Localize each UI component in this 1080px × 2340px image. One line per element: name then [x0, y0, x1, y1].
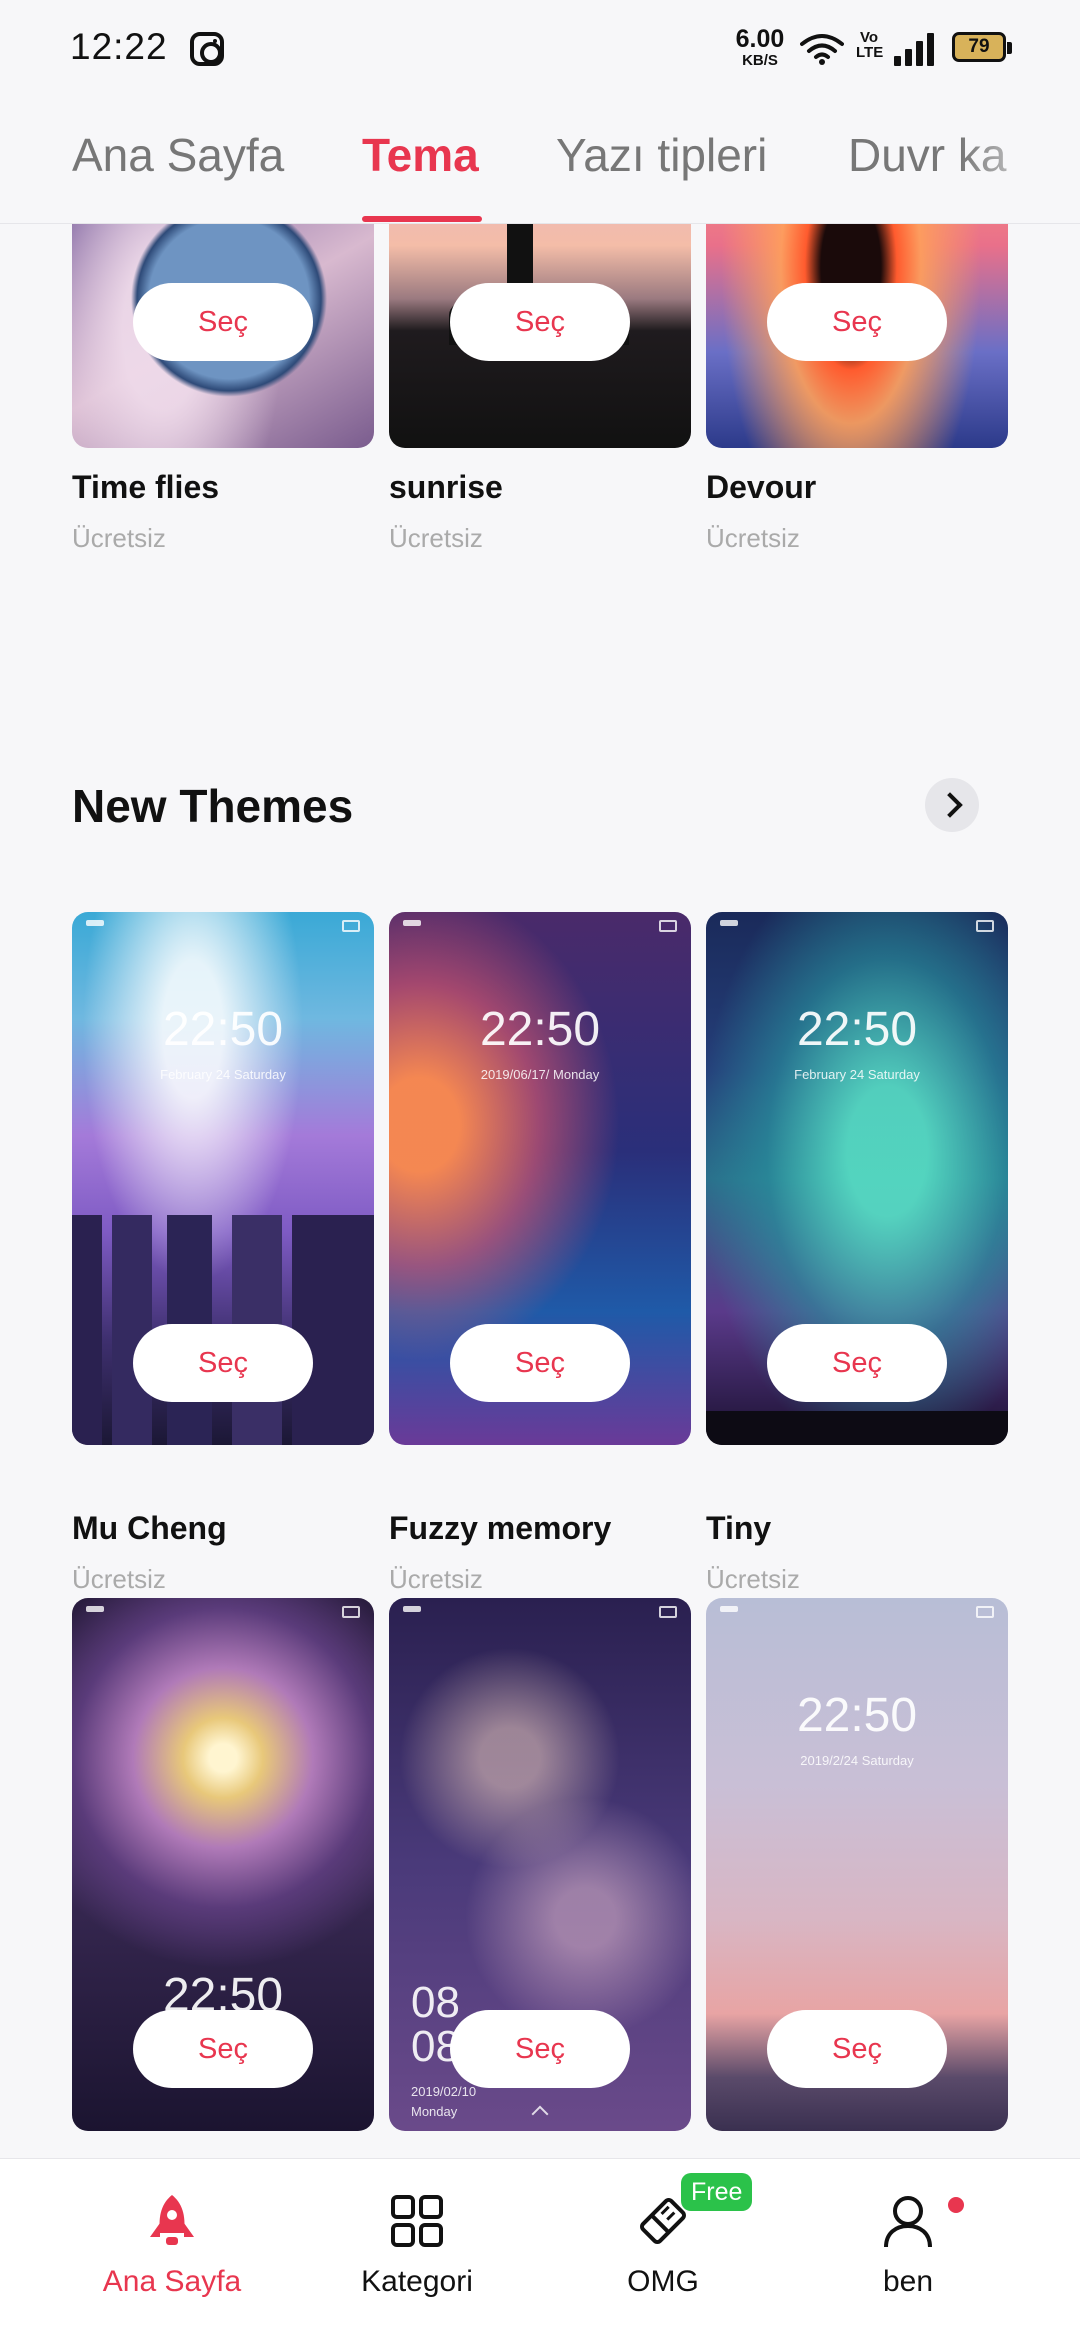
theme-price: Ücretsiz	[389, 1564, 483, 1594]
tab-tema[interactable]: Tema	[362, 128, 479, 182]
preview-clock: 22:50	[796, 1689, 918, 1742]
theme-price: Ücretsiz	[706, 523, 800, 553]
mock-status-bar	[720, 920, 994, 932]
preview-date: 2019/02/10	[411, 2084, 477, 2099]
wifi-icon	[800, 34, 844, 65]
preview-clock: 22:50	[479, 1003, 601, 1056]
theme-price: Ücretsiz	[389, 523, 483, 553]
preview-date: February 24 Saturday	[794, 1067, 920, 1082]
mock-status-bar	[86, 920, 360, 932]
signal-icon	[894, 32, 936, 66]
top-tabs: Ana Sayfa Tema Yazı tipleri Duvr ka	[0, 96, 1080, 224]
tab-yazi-tipleri[interactable]: Yazı tipleri	[556, 128, 767, 182]
preview-date: 2019/06/17/ Monday	[480, 1067, 600, 1082]
preview-date: February 24 Saturday	[160, 1067, 286, 1082]
theme-list[interactable]: Seç Time flies Ücretsiz Seç sunrise Ücre…	[0, 224, 1080, 2158]
select-button[interactable]: Seç	[767, 1324, 947, 1402]
select-button[interactable]: Seç	[450, 283, 630, 361]
theme-title: Mu Cheng	[72, 1510, 227, 1546]
nav-kategori[interactable]: Kategori	[317, 2159, 517, 2340]
select-button[interactable]: Seç	[133, 2010, 313, 2088]
theme-title: Fuzzy memory	[389, 1510, 612, 1546]
tabs-fade	[960, 96, 1080, 223]
chevron-right-icon[interactable]	[925, 778, 979, 832]
network-speed-unit: KB/S	[742, 52, 778, 69]
preview-clock: 22:50	[162, 1003, 284, 1056]
status-time: 12:22	[70, 26, 168, 67]
user-icon	[884, 2196, 932, 2248]
tab-ana-sayfa[interactable]: Ana Sayfa	[72, 128, 284, 182]
free-badge: Free	[681, 2173, 753, 2211]
nav-ana-sayfa[interactable]: Ana Sayfa	[72, 2159, 272, 2340]
status-bar: 12:22 6.00 KB/S Vo LTE 79	[0, 0, 1080, 96]
network-speed-value: 6.00	[735, 25, 785, 53]
section-title: New Themes	[72, 780, 354, 832]
select-button[interactable]: Seç	[767, 2010, 947, 2088]
network-speed: 6.00 KB/S	[732, 25, 788, 69]
nav-label: Kategori	[361, 2265, 473, 2298]
mock-status-bar	[403, 920, 677, 932]
theme-price: Ücretsiz	[706, 1564, 800, 1594]
mock-status-bar	[86, 1606, 360, 1618]
preview-day: Monday	[411, 2104, 458, 2119]
preview-clock: 22:50	[796, 1003, 918, 1056]
select-button[interactable]: Seç	[133, 283, 313, 361]
volte-line-2: LTE	[856, 44, 884, 61]
grid-icon	[391, 2195, 443, 2247]
active-tab-indicator	[362, 216, 482, 222]
theme-title: sunrise	[389, 469, 503, 505]
nav-label: ben	[882, 2265, 934, 2298]
theme-price: Ücretsiz	[72, 523, 166, 553]
select-button[interactable]: Seç	[133, 1324, 313, 1402]
preview-clock-hour: 08	[411, 1978, 460, 2027]
battery-icon: 79	[952, 32, 1012, 62]
theme-store-screen: 12:22 6.00 KB/S Vo LTE 79 Ana Sayfa Tema…	[0, 0, 1080, 2340]
nav-omg[interactable]: Free OMG	[563, 2159, 763, 2340]
select-button[interactable]: Seç	[767, 283, 947, 361]
nav-label: OMG	[627, 2265, 699, 2298]
tree-line	[706, 1411, 1008, 1445]
select-button[interactable]: Seç	[450, 2010, 630, 2088]
mock-status-bar	[720, 1606, 994, 1618]
nav-ben[interactable]: ben	[808, 2159, 1008, 2340]
theme-price: Ücretsiz	[72, 1564, 166, 1594]
bottom-navigation: Ana Sayfa Kategori Free OMG ben	[0, 2158, 1080, 2340]
notification-dot	[948, 2197, 964, 2213]
select-button[interactable]: Seç	[450, 1324, 630, 1402]
chevron-up-icon	[531, 2105, 549, 2123]
rocket-icon	[150, 2195, 194, 2245]
theme-title: Tiny	[706, 1510, 772, 1546]
preview-date: 2019/2/24 Saturday	[800, 1753, 914, 1768]
volte-indicator: Vo LTE	[856, 29, 884, 61]
theme-title: Devour	[706, 469, 817, 505]
instagram-icon	[190, 32, 224, 66]
theme-title: Time flies	[72, 469, 220, 505]
volte-line-1: Vo	[859, 29, 879, 46]
nav-label: Ana Sayfa	[102, 2265, 242, 2298]
mock-status-bar	[403, 1606, 677, 1618]
